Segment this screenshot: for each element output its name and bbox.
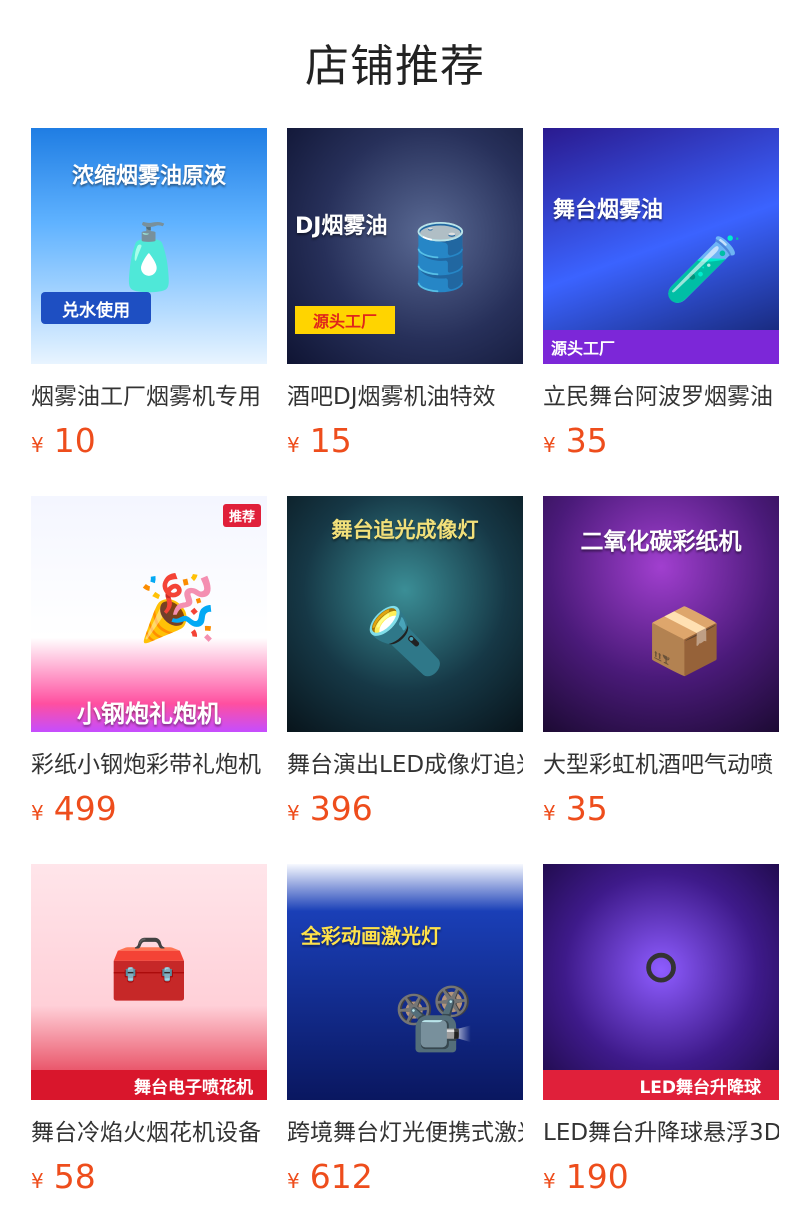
product-card[interactable]: 🧰 舞台电子喷花机 舞台冷焰火烟花机设备 ¥ 58 [31, 864, 267, 1232]
product-card[interactable]: 全彩动画激光灯 📽️ 跨境舞台灯光便携式激光 ¥ 612 [287, 864, 523, 1232]
thumb-badge: LED舞台升降球 [543, 1070, 779, 1100]
currency-symbol: ¥ [31, 433, 44, 457]
product-price: ¥ 35 [543, 421, 779, 460]
currency-symbol: ¥ [31, 1169, 44, 1193]
product-name[interactable]: 彩纸小钢炮彩带礼炮机 [31, 749, 267, 781]
product-name[interactable]: 舞台冷焰火烟花机设备 [31, 1117, 267, 1149]
product-grid: 浓缩烟雾油原液 🧴 兑水使用 烟雾油工厂烟雾机专用 ¥ 10 DJ烟雾油 🛢️ … [31, 128, 779, 1232]
product-card[interactable]: 舞台追光成像灯 🔦 舞台演出LED成像灯追光 ¥ 396 [287, 496, 523, 864]
product-image[interactable]: DJ烟雾油 🛢️ 源头工厂 [287, 128, 523, 364]
price-value: 58 [53, 1157, 96, 1196]
price-value: 499 [53, 789, 117, 828]
currency-symbol: ¥ [287, 1169, 300, 1193]
spotlight-icon: 🔦 [365, 605, 445, 680]
product-card[interactable]: 二氧化碳彩纸机 📦 大型彩虹机酒吧气动喷 ¥ 35 [543, 496, 779, 864]
product-name[interactable]: 跨境舞台灯光便携式激光 [287, 1117, 523, 1149]
price-value: 35 [565, 421, 608, 460]
product-image[interactable]: 🧰 舞台电子喷花机 [31, 864, 267, 1100]
price-value: 10 [53, 421, 96, 460]
price-value: 396 [309, 789, 373, 828]
page-header: 店铺推荐 [0, 0, 790, 128]
product-price: ¥ 35 [543, 789, 779, 828]
thumb-headline: 全彩动画激光灯 [301, 924, 441, 948]
product-card[interactable]: 推荐 🎉 小钢炮礼炮机 彩纸小钢炮彩带礼炮机 ¥ 499 [31, 496, 267, 864]
product-card[interactable]: ⚪ LED舞台升降球 LED舞台升降球悬浮3D ¥ 190 [543, 864, 779, 1232]
thumb-tag: 推荐 [222, 504, 261, 527]
thumb-headline: 舞台烟雾油 [553, 198, 664, 223]
page-title: 店铺推荐 [305, 41, 485, 92]
thumb-badge: 小钢炮礼炮机 [77, 699, 221, 728]
currency-symbol: ¥ [543, 801, 556, 825]
product-image[interactable]: 二氧化碳彩纸机 📦 [543, 496, 779, 732]
product-name[interactable]: 舞台演出LED成像灯追光 [287, 749, 523, 781]
product-price: ¥ 10 [31, 421, 267, 460]
product-name[interactable]: 烟雾油工厂烟雾机专用 [31, 381, 267, 413]
product-name[interactable]: 立民舞台阿波罗烟雾油 [543, 381, 779, 413]
product-image[interactable]: 推荐 🎉 小钢炮礼炮机 [31, 496, 267, 732]
product-price: ¥ 396 [287, 789, 523, 828]
currency-symbol: ¥ [31, 801, 44, 825]
thumb-headline: 浓缩烟雾油原液 [71, 164, 226, 189]
laser-icon: 📽️ [393, 982, 474, 1057]
product-card[interactable]: 舞台烟雾油 🧪 源头工厂 立民舞台阿波罗烟雾油 ¥ 35 [543, 128, 779, 496]
jug-icon: 🛢️ [400, 220, 481, 295]
product-image[interactable]: 舞台烟雾油 🧪 源头工厂 [543, 128, 779, 364]
price-value: 612 [309, 1157, 373, 1196]
currency-symbol: ¥ [543, 1169, 556, 1193]
thumb-headline: 舞台追光成像灯 [331, 518, 479, 542]
product-name[interactable]: LED舞台升降球悬浮3D [543, 1117, 779, 1149]
product-price: ¥ 612 [287, 1157, 523, 1196]
product-price: ¥ 58 [31, 1157, 267, 1196]
bottle-icon: 🧴 [109, 220, 189, 295]
thumb-badge: 兑水使用 [41, 292, 151, 324]
ball-icon: ⚪ [634, 933, 688, 1008]
product-price: ¥ 499 [31, 789, 267, 828]
product-image[interactable]: 浓缩烟雾油原液 🧴 兑水使用 [31, 128, 267, 364]
thumb-badge: 源头工厂 [295, 306, 395, 334]
product-name[interactable]: 酒吧DJ烟雾机油特效 [287, 381, 523, 413]
currency-symbol: ¥ [543, 433, 556, 457]
thumb-badge: 舞台电子喷花机 [31, 1070, 267, 1100]
product-image[interactable]: 全彩动画激光灯 📽️ [287, 864, 523, 1100]
product-image[interactable]: ⚪ LED舞台升降球 [543, 864, 779, 1100]
product-price: ¥ 15 [287, 421, 523, 460]
machine-icon: 📦 [644, 605, 725, 680]
container-icon: 🧪 [663, 232, 744, 307]
case-icon: 🧰 [109, 933, 189, 1008]
thumb-headline: 二氧化碳彩纸机 [580, 529, 742, 555]
product-name[interactable]: 大型彩虹机酒吧气动喷 [543, 749, 779, 781]
price-value: 35 [565, 789, 608, 828]
currency-symbol: ¥ [287, 433, 300, 457]
product-card[interactable]: DJ烟雾油 🛢️ 源头工厂 酒吧DJ烟雾机油特效 ¥ 15 [287, 128, 523, 496]
currency-symbol: ¥ [287, 801, 300, 825]
thumb-badge: 源头工厂 [543, 330, 779, 364]
price-value: 190 [565, 1157, 629, 1196]
cannon-icon: 🎉 [137, 572, 218, 647]
product-price: ¥ 190 [543, 1157, 779, 1196]
product-image[interactable]: 舞台追光成像灯 🔦 [287, 496, 523, 732]
price-value: 15 [309, 421, 352, 460]
product-card[interactable]: 浓缩烟雾油原液 🧴 兑水使用 烟雾油工厂烟雾机专用 ¥ 10 [31, 128, 267, 496]
